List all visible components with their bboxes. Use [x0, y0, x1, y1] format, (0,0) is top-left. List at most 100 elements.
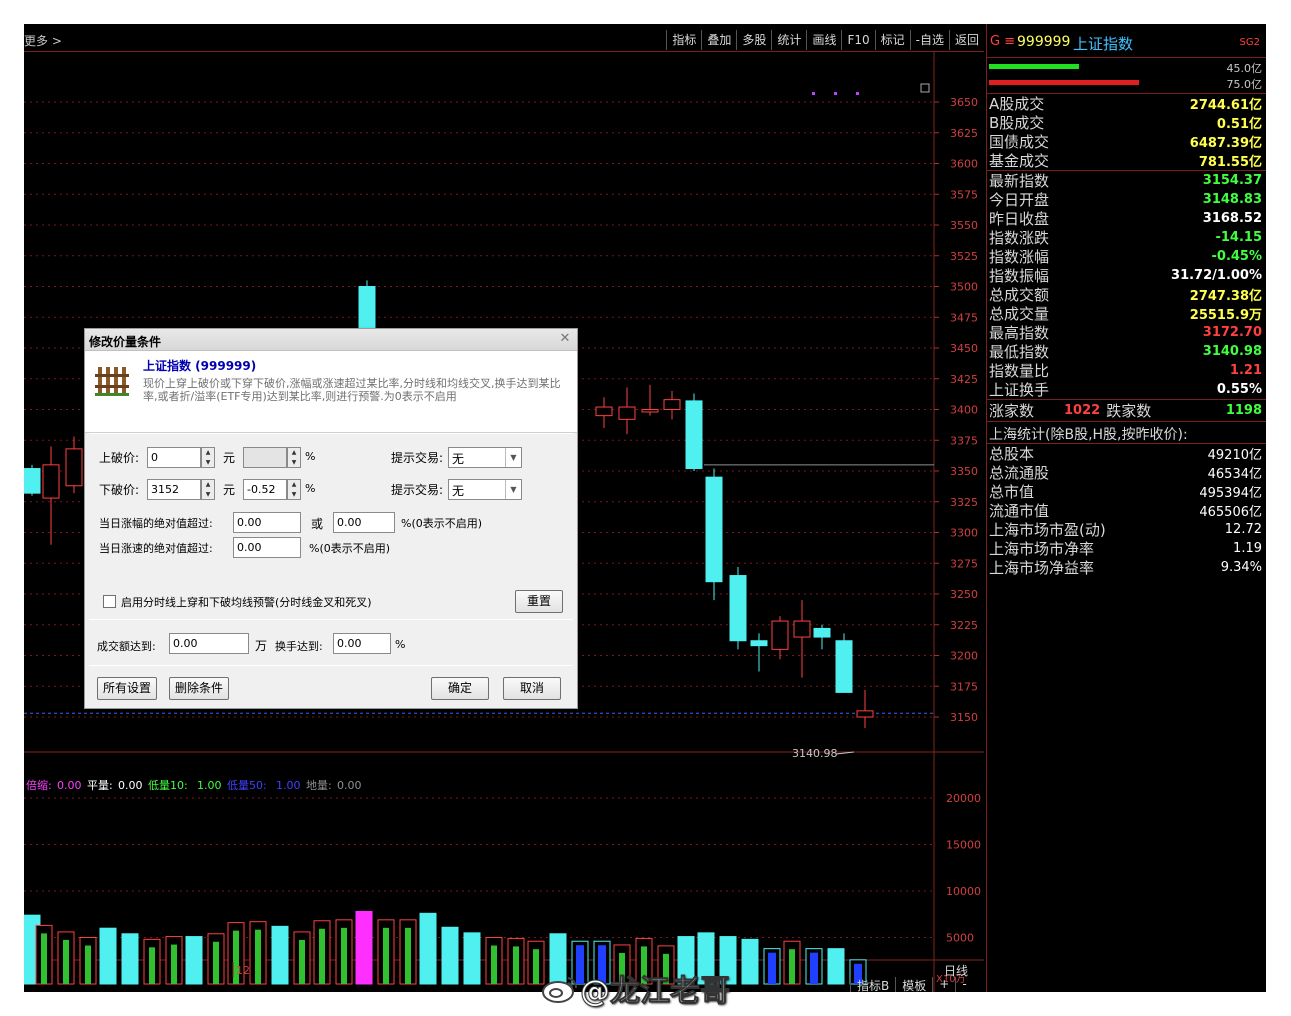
toolbar-draw-button[interactable]: 画线: [806, 30, 841, 50]
all-settings-button[interactable]: 所有设置: [97, 677, 157, 700]
delete-condition-button[interactable]: 删除条件: [169, 677, 229, 700]
price-axis-label: 3550: [950, 219, 978, 232]
volume-sub-bar: [85, 945, 91, 984]
index-stat-row: 指数涨幅 -0.45%: [987, 247, 1266, 266]
candle-body: [750, 640, 768, 647]
turnover-value: 2744.61亿: [1189, 98, 1262, 113]
template-tab[interactable]: 模板: [895, 977, 932, 992]
price-axis-label: 3600: [950, 158, 978, 171]
zoom-out-button[interactable]: -: [955, 977, 972, 992]
volume-sub-bar: [383, 927, 389, 984]
more-link[interactable]: 更多 >: [24, 32, 62, 49]
index-stat-label: 指数振幅: [989, 267, 1050, 285]
upper-hint-label: 提示交易:: [391, 451, 444, 465]
candle-body: [65, 448, 83, 487]
speed-threshold-input[interactable]: 0.00: [233, 537, 301, 558]
toolbar-stats-button[interactable]: 统计: [771, 30, 806, 50]
chevron-down-icon[interactable]: ▼: [505, 480, 521, 499]
panel-header: G ≡ 999999 上证指数 SG2: [987, 24, 1266, 58]
indicator-label: 低量50:: [227, 779, 267, 792]
lower-pct-spinner[interactable]: ▲ ▼: [287, 479, 301, 500]
speed-label: 当日涨速的绝对值超过:: [99, 542, 213, 555]
shanghai-stat-value: 12.72: [1224, 522, 1262, 537]
stock-name: 上证指数: [1073, 35, 1134, 53]
lower-price-spinner[interactable]: ▲ ▼: [201, 479, 215, 500]
toolbar-back-button[interactable]: 返回: [948, 30, 984, 50]
toolbar-indicator-button[interactable]: 指标: [666, 30, 701, 50]
upper-hint-value: 无: [452, 452, 465, 466]
dialog-header: 上证指数 (999999) 现价上穿上破价或下穿下破价,涨幅或涨速超过某比率,分…: [85, 351, 577, 433]
toolbar-multi-stock-button[interactable]: 多股: [736, 30, 771, 50]
volume-sub-bar: [213, 941, 219, 984]
close-icon[interactable]: ✕: [557, 331, 573, 347]
rise-threshold-input-1[interactable]: 0.00: [233, 512, 301, 533]
toolbar-f10-button[interactable]: F10: [841, 30, 874, 50]
signal-dot: [834, 92, 837, 95]
turnover-row: 国债成交 6487.39亿: [987, 132, 1266, 151]
rise-threshold-input-2[interactable]: 0.00: [333, 512, 395, 533]
shanghai-stat-label: 上海市场市净率: [989, 540, 1095, 558]
stock-code: 999999: [1017, 34, 1071, 50]
trading-app-window: 更多 > 指标 叠加 多股 统计 画线 F10 标记 -自选 返回 3650 36…: [24, 24, 1266, 992]
reset-button[interactable]: 重置: [515, 590, 563, 613]
index-stat-row: 指数量比 1.21: [987, 361, 1266, 380]
volume-axis-label: 15000: [946, 839, 981, 852]
volume-sub-bar: [41, 933, 47, 984]
price-axis-label: 3650: [950, 96, 978, 109]
chart-settings-icon: [920, 83, 930, 93]
price-axis-label: 3175: [950, 680, 978, 693]
zoom-in-button[interactable]: +: [932, 977, 955, 992]
lower-break-pct-input[interactable]: -0.52: [243, 479, 287, 500]
volume-axis-label: 5000: [946, 932, 974, 945]
candle-body: [618, 406, 636, 420]
turnover-value: 781.55亿: [1198, 155, 1262, 170]
inflow-bar: [989, 64, 1079, 69]
shanghai-stat-value: 46534亿: [1207, 467, 1262, 482]
price-axis-label: 3300: [950, 527, 978, 540]
candle-body: [856, 710, 874, 718]
indicator-b-tab[interactable]: 指标B: [850, 977, 895, 992]
index-stat-value: 3148.83: [1202, 192, 1262, 207]
candle-body: [595, 406, 613, 417]
upper-pct-spinner[interactable]: ▲ ▼: [287, 447, 301, 468]
turnover-rate-input[interactable]: 0.00: [333, 633, 391, 654]
index-stat-value: 2747.38亿: [1189, 289, 1262, 304]
index-stat-value: -0.45%: [1211, 249, 1263, 264]
lower-hint-select[interactable]: 无 ▼: [448, 479, 522, 500]
toolbar-remove-watchlist-button[interactable]: -自选: [909, 30, 949, 50]
amount-input[interactable]: 0.00: [169, 633, 249, 654]
cancel-button[interactable]: 取消: [503, 677, 561, 700]
dialog-titlebar[interactable]: 修改价量条件 ✕: [85, 329, 577, 351]
lower-break-price-input[interactable]: 3152: [147, 479, 201, 500]
low-price-marker: 3140.98: [792, 747, 838, 760]
shanghai-stats-section: 总股本 49210亿 总流通股 46534亿 总市值 495394亿 流通市值 465506亿…: [987, 444, 1266, 577]
upper-hint-select[interactable]: 无 ▼: [448, 447, 522, 468]
toolbar-mark-button[interactable]: 标记: [874, 30, 910, 50]
shanghai-stat-value: 495394亿: [1199, 486, 1262, 501]
index-stat-row: 最高指数 3172.70: [987, 323, 1266, 342]
dialog-stock-title: 上证指数 (999999): [143, 359, 257, 373]
candle-body: [663, 399, 681, 411]
indicator-label: 平量:: [87, 779, 113, 792]
candle-body: [685, 400, 703, 470]
cross-alert-checkbox[interactable]: [103, 595, 116, 608]
turnover-label: 基金成交: [989, 152, 1050, 170]
sg-badge: SG2: [1239, 37, 1260, 48]
quote-panel: G ≡ 999999 上证指数 SG2 45.0亿 75.0亿 A股成交 2744…: [986, 24, 1266, 992]
shanghai-stat-label: 上海市场净益率: [989, 559, 1095, 577]
shanghai-stat-value: 49210亿: [1207, 448, 1262, 463]
upper-yuan-unit: 元: [223, 451, 236, 465]
index-stat-value: 31.72/1.00%: [1171, 268, 1262, 283]
index-stat-label: 今日开盘: [989, 191, 1050, 209]
chevron-down-icon[interactable]: ▼: [505, 448, 521, 467]
ok-button[interactable]: 确定: [431, 677, 489, 700]
upper-break-pct-input[interactable]: [243, 447, 287, 468]
group-indicator[interactable]: G ≡: [990, 34, 1015, 49]
toolbar-overlay-button[interactable]: 叠加: [701, 30, 736, 50]
indicator-label: 地量:: [306, 779, 332, 792]
upper-price-spinner[interactable]: ▲ ▼: [201, 447, 215, 468]
turnover-label: A股成交: [989, 95, 1045, 113]
upper-break-price-input[interactable]: 0: [147, 447, 201, 468]
volume-axis-label: 10000: [946, 885, 981, 898]
volume-sub-bar: [533, 949, 539, 984]
